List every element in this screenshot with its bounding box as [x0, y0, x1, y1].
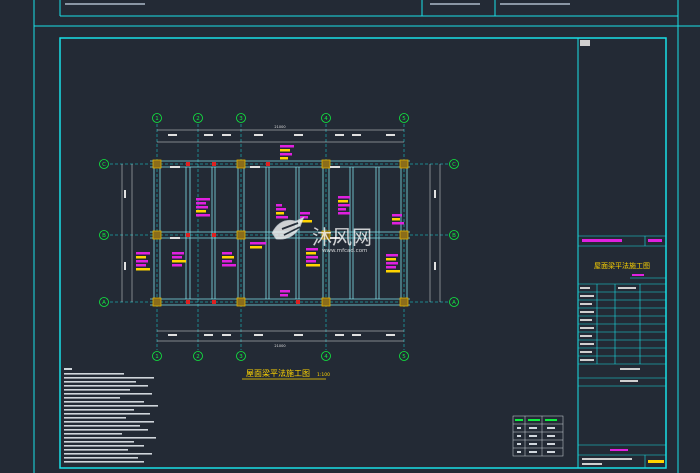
- axis-label-bottom-3: 3: [239, 354, 243, 360]
- axis-label-left-c: C: [102, 162, 106, 168]
- axis-label-top-4: 4: [324, 116, 328, 122]
- axis-label-top-5: 5: [402, 116, 406, 122]
- drawing-scale: 1:100: [317, 372, 330, 378]
- axis-label-top-1: 1: [155, 116, 159, 122]
- axis-label-top-2: 2: [196, 116, 200, 122]
- axis-label-bottom-4: 4: [324, 354, 328, 360]
- top-total-dimension: 21000: [274, 125, 285, 129]
- axis-label-right-a: A: [452, 300, 456, 306]
- axis-label-bottom-2: 2: [196, 354, 200, 360]
- watermark-brand: 沐风网: [312, 225, 372, 249]
- axis-label-right-b: B: [452, 233, 456, 239]
- axis-label-bottom-1: 1: [155, 354, 159, 360]
- watermark-url: www.mfcad.com: [322, 248, 367, 254]
- axis-label-bottom-5: 5: [402, 354, 406, 360]
- bottom-total-dimension: 21000: [274, 344, 285, 348]
- drawing-canvas: 屋面梁平法施工图 21000 21000 1 2 3 4 5 1 2 3 4 5…: [0, 0, 700, 473]
- axis-label-left-b: B: [102, 233, 106, 239]
- axis-label-top-3: 3: [239, 116, 243, 122]
- axis-label-right-c: C: [452, 162, 456, 168]
- axis-label-left-a: A: [102, 300, 106, 306]
- drawing-title: 屋面梁平法施工图: [246, 368, 310, 378]
- title-block-project-title: 屋面梁平法施工图: [594, 261, 650, 270]
